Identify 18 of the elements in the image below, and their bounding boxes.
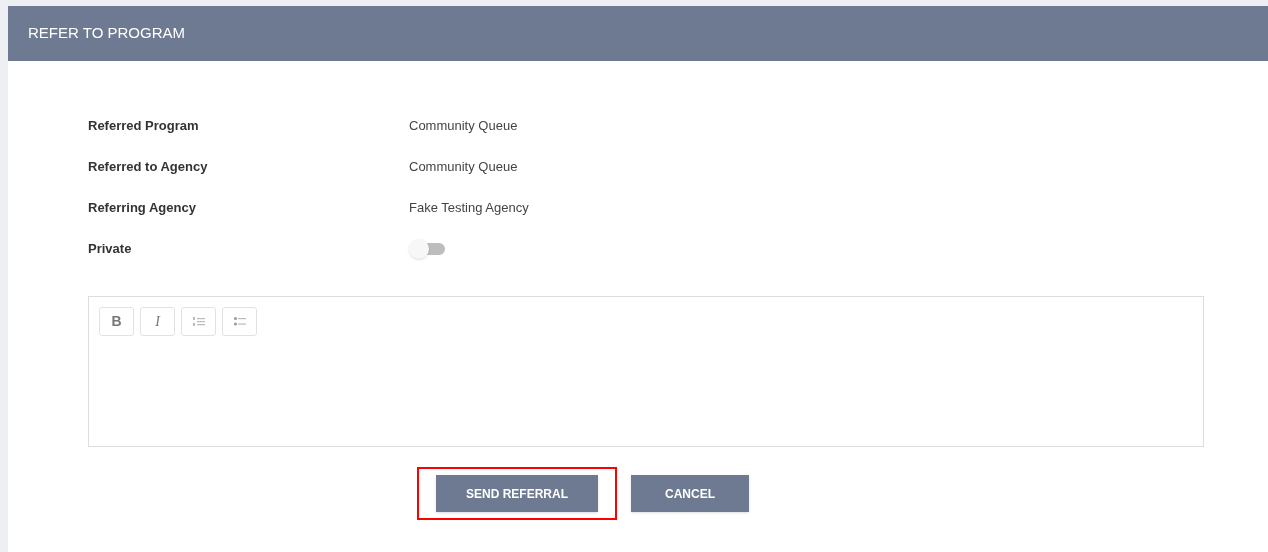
bold-button[interactable]: B <box>99 307 134 336</box>
action-button[interactable]: CANCEL <box>631 475 749 512</box>
private-toggle[interactable] <box>409 238 445 259</box>
field-label: Private <box>88 239 133 258</box>
rich-text-editor[interactable]: B I <box>88 296 1204 447</box>
bulleted-list-icon <box>233 317 246 326</box>
field-label: Referring Agency <box>88 198 197 217</box>
field-value: Fake Testing Agency <box>409 198 529 217</box>
field-value: Community Queue <box>409 157 518 176</box>
bulleted-list-button[interactable] <box>222 307 257 336</box>
dialog-title: REFER TO PROGRAM <box>28 23 185 44</box>
italic-button[interactable]: I <box>140 307 175 336</box>
numbered-list-icon <box>192 316 205 327</box>
field-value: Community Queue <box>409 116 518 135</box>
field-label: Referred to Agency <box>88 157 209 176</box>
field-label: Referred Program <box>88 116 200 135</box>
action-button[interactable]: SEND REFERRAL <box>436 475 598 512</box>
numbered-list-button[interactable] <box>181 307 216 336</box>
